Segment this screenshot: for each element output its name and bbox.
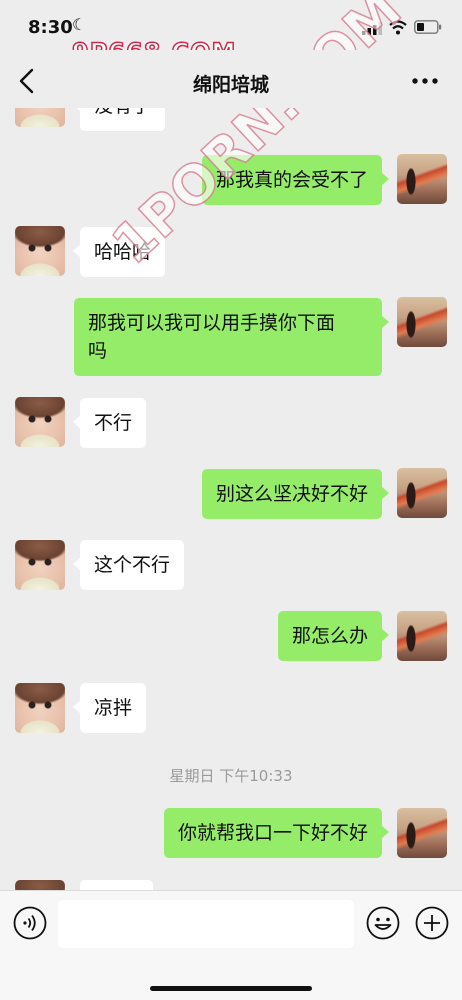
my-avatar[interactable] xyxy=(397,611,447,661)
contact-avatar[interactable] xyxy=(15,683,65,733)
contact-avatar[interactable] xyxy=(15,226,65,276)
contact-avatar[interactable] xyxy=(15,540,65,590)
home-indicator[interactable] xyxy=(150,986,312,991)
my-avatar[interactable] xyxy=(397,297,447,347)
chat-area[interactable]: 没有了 那我真的会受不了 哈哈哈 那我可以我可以用手摸你下面 吗 不行 别这么坚… xyxy=(0,90,462,890)
my-avatar[interactable] xyxy=(397,468,447,518)
emoji-icon[interactable] xyxy=(366,906,400,940)
moon-icon: ☾ xyxy=(72,15,87,34)
message-bubble-outgoing[interactable]: 那怎么办 xyxy=(277,611,390,661)
my-avatar[interactable] xyxy=(397,154,447,204)
message-bubble-incoming[interactable]: 这个不行 xyxy=(72,540,185,590)
more-icon[interactable] xyxy=(410,76,440,86)
contact-avatar[interactable] xyxy=(15,397,65,447)
voice-icon[interactable] xyxy=(13,906,47,940)
plus-icon[interactable] xyxy=(415,906,449,940)
message-bubble-outgoing[interactable]: 你就帮我口一下好不好 xyxy=(163,808,390,858)
message-bubble-incoming[interactable]: 凉拌 xyxy=(72,683,147,733)
input-bar xyxy=(0,890,462,1000)
battery-icon xyxy=(414,20,442,34)
my-avatar[interactable] xyxy=(397,808,447,858)
nav-bar: 绵阳培城 xyxy=(0,50,462,108)
status-time: 8:30 xyxy=(28,17,73,38)
message-bubble-outgoing[interactable]: 别这么坚决好不好 xyxy=(201,469,390,519)
message-bubble-incoming[interactable] xyxy=(80,880,153,890)
message-input[interactable] xyxy=(58,900,354,948)
chat-title: 绵阳培城 xyxy=(192,74,269,96)
contact-avatar[interactable] xyxy=(15,880,65,890)
message-timestamp: 星期日 下午10:33 xyxy=(169,767,293,785)
message-bubble-incoming[interactable]: 不行 xyxy=(72,398,147,448)
message-bubble-outgoing[interactable]: 那我可以我可以用手摸你下面 吗 xyxy=(74,298,389,376)
